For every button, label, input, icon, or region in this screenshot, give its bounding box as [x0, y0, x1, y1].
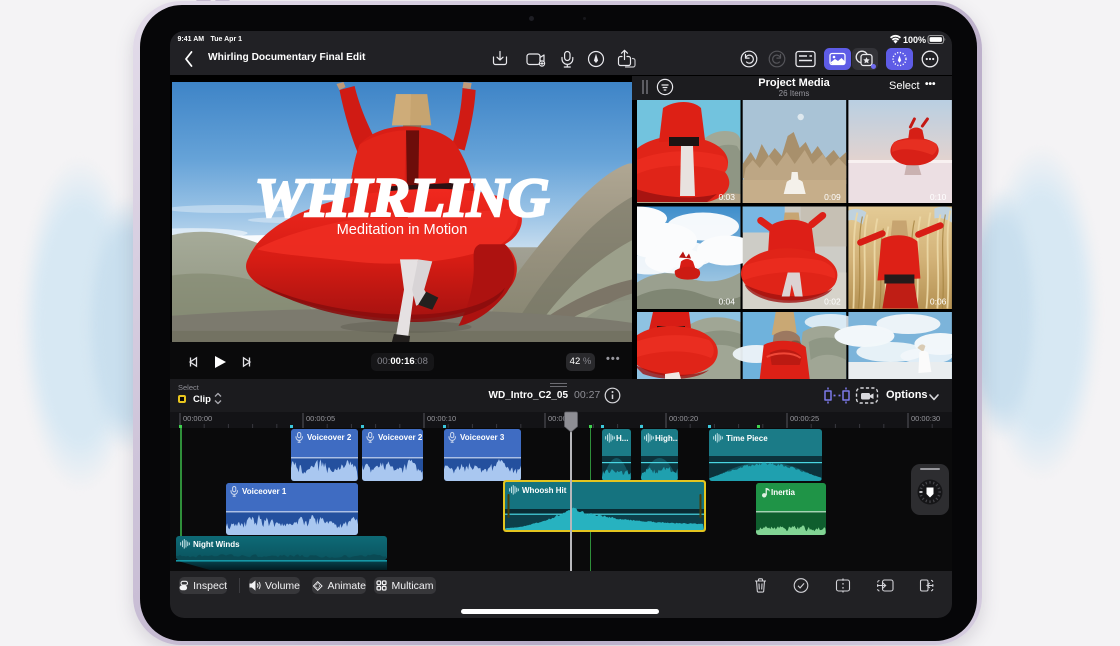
- svg-text:Voiceover 3: Voiceover 3: [460, 433, 505, 442]
- svg-text:00:00:30: 00:00:30: [911, 414, 940, 423]
- svg-text:0:04: 0:04: [718, 297, 735, 307]
- svg-text:00:00:25: 00:00:25: [790, 414, 819, 423]
- svg-text:00:00:00: 00:00:00: [183, 414, 212, 423]
- svg-text:00:00:10: 00:00:10: [427, 414, 456, 423]
- svg-text:Inertia: Inertia: [771, 488, 796, 497]
- svg-text:High...: High...: [655, 434, 679, 443]
- svg-text:Time Piece: Time Piece: [726, 434, 768, 443]
- svg-text:00:00:05: 00:00:05: [306, 414, 335, 423]
- svg-text:0:03: 0:03: [718, 192, 735, 202]
- svg-text:Voiceover 1: Voiceover 1: [242, 487, 287, 496]
- svg-text:Voiceover 2: Voiceover 2: [378, 433, 423, 442]
- svg-text:Meditation in Motion: Meditation in Motion: [337, 222, 468, 238]
- svg-text:Whoosh Hit: Whoosh Hit: [522, 486, 567, 495]
- svg-text:00:00:20: 00:00:20: [669, 414, 698, 423]
- svg-text:0:02: 0:02: [824, 297, 841, 307]
- svg-text:0:09: 0:09: [824, 192, 841, 202]
- svg-text:0:06: 0:06: [930, 297, 947, 307]
- svg-text:100%: 100%: [903, 35, 926, 45]
- svg-text:WHIRLING: WHIRLING: [255, 167, 550, 228]
- svg-text:Night Winds: Night Winds: [193, 540, 240, 549]
- svg-text:Voiceover 2: Voiceover 2: [307, 433, 352, 442]
- svg-text:0:10: 0:10: [930, 192, 947, 202]
- svg-text:H...: H...: [616, 434, 628, 443]
